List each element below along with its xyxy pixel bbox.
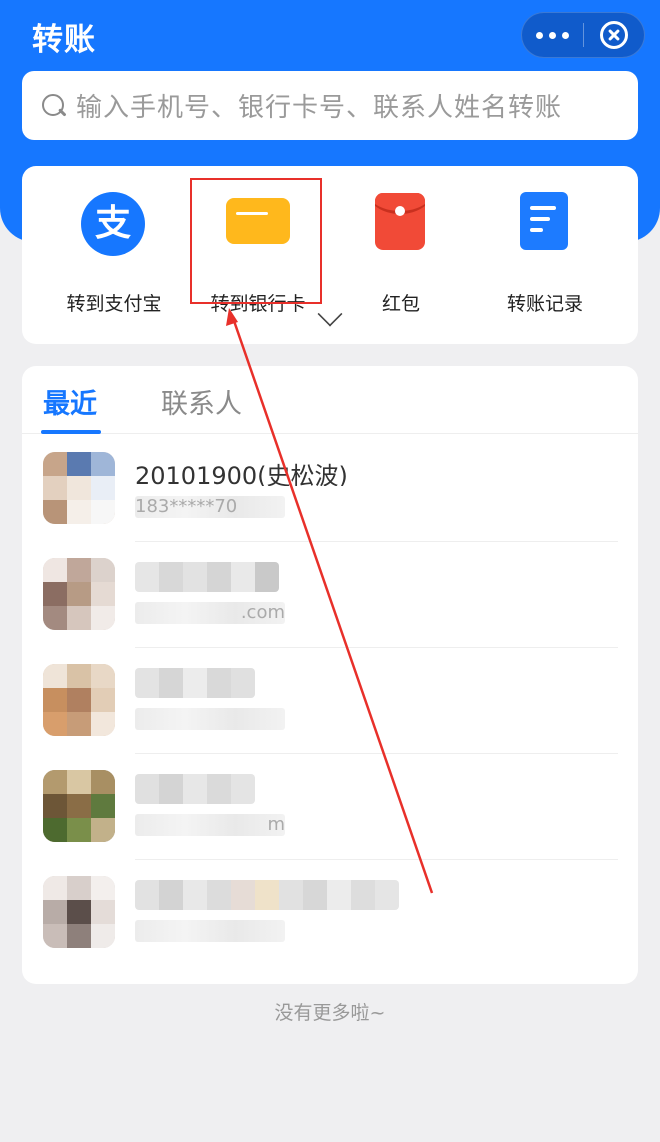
tab-underline xyxy=(41,430,101,434)
close-icon xyxy=(599,21,628,49)
list-item[interactable]: m xyxy=(22,754,638,860)
search-icon xyxy=(40,91,70,121)
page-title: 转账 xyxy=(32,22,96,58)
contact-name xyxy=(135,562,279,592)
list-item[interactable] xyxy=(22,860,638,966)
avatar xyxy=(43,876,115,948)
action-transfer-records[interactable]: 转账记录 xyxy=(475,190,615,315)
no-more-text: 没有更多啦~ xyxy=(274,1002,386,1024)
transfer-record-icon xyxy=(520,192,568,250)
contacts-card: 最近 联系人 20101900(史松波) 183*****70 .com m xyxy=(22,366,638,984)
contact-account xyxy=(135,708,285,730)
more-icon[interactable] xyxy=(522,12,583,58)
action-red-packet[interactable]: 红包 xyxy=(331,190,471,315)
contact-name xyxy=(135,880,399,910)
mini-program-capsule xyxy=(521,12,645,58)
transfer-actions-card: 支 转到支付宝 转到银行卡 红包 转账记录 xyxy=(22,166,638,344)
avatar xyxy=(43,452,115,524)
alipay-icon: 支 xyxy=(81,192,145,256)
tab-contacts[interactable]: 联系人 xyxy=(161,382,242,421)
contact-name: 20101900(史松波) xyxy=(135,462,348,486)
action-transfer-to-alipay[interactable]: 支 转到支付宝 xyxy=(44,190,184,315)
action-label: 转到支付宝 xyxy=(66,293,162,315)
avatar xyxy=(43,664,115,736)
red-packet-icon xyxy=(375,193,425,250)
contact-tabs: 最近 联系人 xyxy=(22,366,638,434)
action-label: 红包 xyxy=(381,293,420,315)
contact-account xyxy=(135,920,285,942)
contact-account: m xyxy=(135,814,285,836)
action-label: 转账记录 xyxy=(506,293,583,315)
avatar xyxy=(43,770,115,842)
list-item[interactable]: .com xyxy=(22,542,638,648)
list-item[interactable] xyxy=(22,648,638,754)
list-item[interactable]: 20101900(史松波) 183*****70 xyxy=(22,436,638,542)
contact-name xyxy=(135,774,255,804)
contact-account: .com xyxy=(135,602,285,624)
tab-recent[interactable]: 最近 xyxy=(43,382,97,421)
avatar xyxy=(43,558,115,630)
search-input[interactable]: 输入手机号、银行卡号、联系人姓名转账 xyxy=(22,71,638,140)
close-button[interactable] xyxy=(584,12,644,58)
search-placeholder: 输入手机号、银行卡号、联系人姓名转账 xyxy=(76,93,563,123)
contact-name xyxy=(135,668,255,698)
contact-account: 183*****70 xyxy=(135,496,285,518)
highlight-box xyxy=(190,178,322,304)
